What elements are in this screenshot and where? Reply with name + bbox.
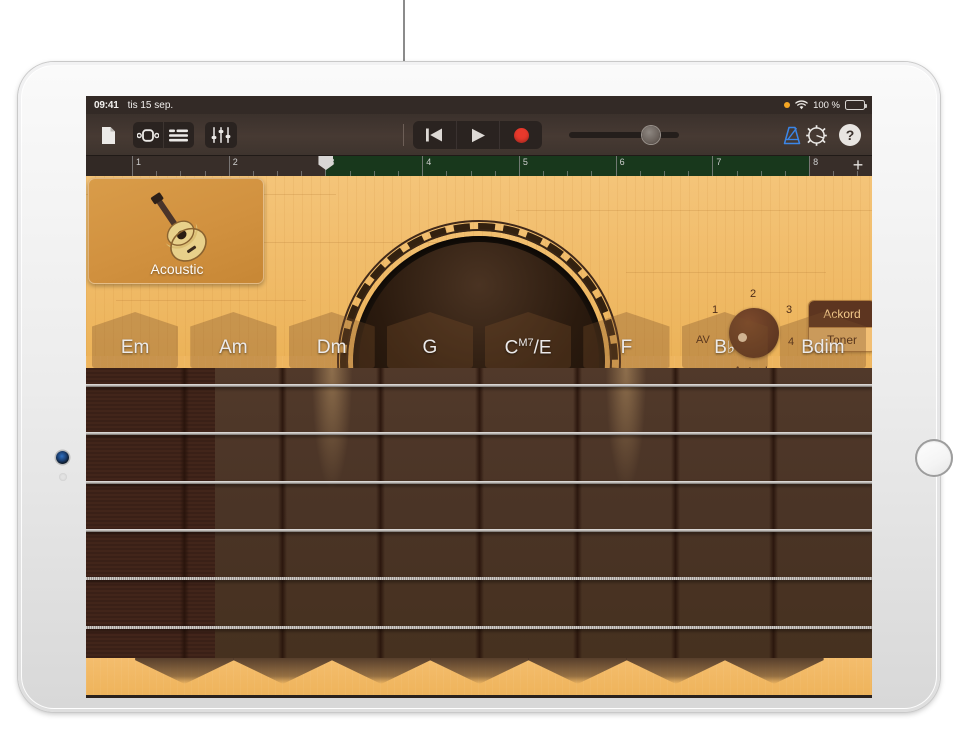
guitar-string[interactable]: [86, 529, 872, 532]
fret-chevron: [332, 658, 431, 684]
ruler-bar-line: [809, 156, 810, 176]
fret-chevron: [135, 658, 234, 684]
status-bar-right: 100 %: [784, 100, 865, 111]
chord-button[interactable]: Am: [184, 312, 282, 368]
help-button-label: ?: [839, 124, 861, 146]
add-track-button[interactable]: +: [848, 156, 868, 176]
main-toolbar: ?: [86, 114, 872, 156]
guitar-string[interactable]: [86, 626, 872, 629]
fret-chevron: [430, 658, 529, 684]
toolbar-divider: [403, 124, 404, 146]
status-time: 09:41: [94, 100, 119, 111]
track-view-icon[interactable]: [163, 122, 193, 148]
chord-button[interactable]: Em: [86, 312, 184, 368]
view-toggle-group: [133, 122, 194, 148]
mixer-icon[interactable]: [205, 122, 237, 148]
ruler-bar-line: [712, 156, 713, 176]
battery-icon: [845, 100, 865, 110]
ruler-bar-line: [229, 156, 230, 176]
fretboard[interactable]: [86, 368, 872, 658]
playhead-flag: [318, 156, 333, 170]
guitar-string[interactable]: [86, 481, 872, 484]
chord-button-label: G: [422, 337, 437, 368]
ruler-left-pad: [86, 156, 132, 176]
front-camera-icon: [56, 451, 69, 464]
fret-column-divider: [180, 368, 189, 658]
guitar-string[interactable]: [86, 577, 872, 580]
ruler-bar-number: 6: [620, 157, 625, 167]
fret-chevron: [233, 658, 332, 684]
record-button[interactable]: [499, 121, 542, 149]
master-volume-slider[interactable]: [569, 132, 679, 138]
playhead[interactable]: [318, 156, 333, 176]
chord-button-label: Am: [219, 337, 248, 368]
ambient-sensor-icon: [59, 473, 67, 481]
status-date: tis 15 sep.: [128, 100, 174, 111]
chord-button-label: Dm: [317, 337, 347, 368]
rewind-to-start-button[interactable]: [413, 121, 456, 149]
recording-indicator-icon: [784, 102, 790, 108]
play-button[interactable]: [456, 121, 499, 149]
chord-button[interactable]: Bdim: [774, 312, 872, 368]
ruler-bar-number: 7: [716, 157, 721, 167]
transport-controls: [413, 121, 542, 149]
chord-button-label: B♭: [714, 337, 735, 368]
instrument-card-label: Acoustic: [89, 261, 264, 277]
fret-column-divider: [573, 368, 582, 658]
ruler-bar-line: [422, 156, 423, 176]
chord-button-label: F: [621, 337, 633, 368]
autoplay-position-2[interactable]: 2: [750, 288, 756, 300]
chord-button[interactable]: Dm: [283, 312, 381, 368]
chord-button[interactable]: CM7/E: [479, 312, 577, 368]
ruler-bar-number: 1: [136, 157, 141, 167]
ruler-bar-number: 2: [233, 157, 238, 167]
fret-chevron: [528, 658, 627, 684]
chord-button-label: Bdim: [801, 337, 844, 368]
fret-chevron: [725, 658, 824, 684]
ruler-bar-number: 4: [426, 157, 431, 167]
help-button[interactable]: ?: [836, 122, 864, 148]
fret-column-divider: [278, 368, 287, 658]
ruler-bar-line: [132, 156, 133, 176]
ruler-bar-number: 5: [523, 157, 528, 167]
ruler-bar-number: 8: [813, 157, 818, 167]
battery-percent-label: 100 %: [813, 100, 840, 111]
guitar-string[interactable]: [86, 432, 872, 435]
fret-column-divider: [671, 368, 680, 658]
fret-column-divider: [475, 368, 484, 658]
fretboard-nut: [86, 368, 215, 658]
ruler-track[interactable]: 12345678: [132, 156, 872, 176]
home-button[interactable]: [915, 439, 953, 477]
guitar-string[interactable]: [86, 384, 872, 387]
wifi-icon: [795, 100, 808, 110]
guitar-bottom-wood: [86, 658, 872, 698]
fret-column-divider: [376, 368, 385, 658]
chord-button-label: CM7/E: [505, 337, 552, 368]
chord-button[interactable]: B♭: [676, 312, 774, 368]
chord-button[interactable]: F: [577, 312, 675, 368]
document-icon[interactable]: [94, 122, 122, 148]
chord-button-label: Em: [121, 337, 150, 368]
ipad-screen: 09:41 tis 15 sep. 100 %: [86, 96, 872, 698]
ruler-bar-line: [519, 156, 520, 176]
guitar-instrument: Acoustic AV 1 2 3 4 Autoplay Ackord Tone…: [86, 176, 872, 698]
timeline-ruler[interactable]: 12345678 +: [86, 156, 872, 176]
instrument-card[interactable]: Acoustic: [88, 178, 264, 284]
status-bar: 09:41 tis 15 sep. 100 %: [86, 96, 872, 114]
status-bar-left: 09:41 tis 15 sep.: [94, 100, 173, 111]
chord-button[interactable]: G: [381, 312, 479, 368]
acoustic-guitar-icon: [127, 188, 227, 264]
chord-strip: Em Am Dm G CM7/E F B♭ Bdim: [86, 312, 872, 368]
ruler-bar-line: [616, 156, 617, 176]
master-volume-knob[interactable]: [642, 126, 660, 144]
settings-gear-icon[interactable]: [802, 122, 830, 148]
fret-chevron: [626, 658, 725, 684]
loop-browser-icon[interactable]: [133, 122, 163, 148]
fret-column-divider: [769, 368, 778, 658]
